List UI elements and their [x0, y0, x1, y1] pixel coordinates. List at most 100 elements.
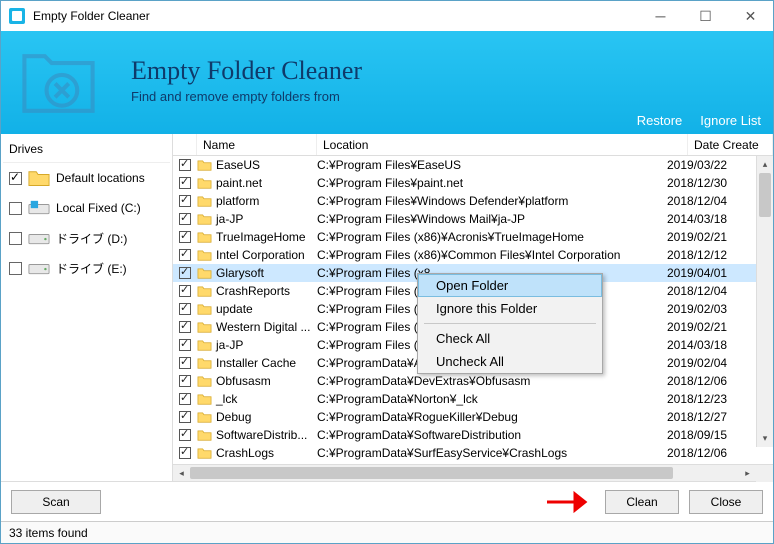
- table-row[interactable]: DebugC:¥ProgramData¥RogueKiller¥Debug201…: [173, 408, 756, 426]
- hscroll-thumb[interactable]: [190, 467, 673, 479]
- folder-icon: [197, 159, 212, 171]
- table-row[interactable]: SoftwareDistrib...C:¥ProgramData¥Softwar…: [173, 426, 756, 444]
- folder-icon: [197, 249, 212, 261]
- scroll-down-icon[interactable]: ▾: [757, 430, 773, 447]
- row-date: 2018/12/04: [667, 194, 752, 208]
- table-row[interactable]: ja-JP C:¥Program Files¥Windows Mail¥ja-JP…: [173, 210, 756, 228]
- scroll-up-icon[interactable]: ▴: [757, 156, 773, 173]
- table-row[interactable]: EaseUSC:¥Program Files¥EaseUS2019/03/22: [173, 156, 756, 174]
- row-checkbox[interactable]: [179, 249, 191, 261]
- row-checkbox[interactable]: [179, 213, 191, 225]
- row-name: platform: [216, 194, 259, 208]
- table-row[interactable]: paint.netC:¥Program Files¥paint.net2018/…: [173, 174, 756, 192]
- row-name: update: [216, 302, 253, 316]
- row-checkbox[interactable]: [179, 429, 191, 441]
- clean-button[interactable]: Clean: [605, 490, 679, 514]
- row-name: Installer Cache: [216, 356, 296, 370]
- col-date[interactable]: Date Create: [688, 134, 773, 155]
- row-date: 2018/12/04: [667, 284, 752, 298]
- drive-item[interactable]: ドライブ (E:): [3, 253, 170, 283]
- row-location: C:¥Program Files¥Windows Mail¥ja-JP: [317, 212, 667, 226]
- row-date: 2014/03/18: [667, 212, 752, 226]
- table-row[interactable]: CrashLogsC:¥ProgramData¥SurfEasyService¥…: [173, 444, 756, 462]
- drive-checkbox[interactable]: [9, 232, 22, 245]
- folder-icon: [197, 303, 212, 315]
- close-window-button[interactable]: ✕: [728, 1, 773, 31]
- drive-checkbox[interactable]: [9, 172, 22, 185]
- row-checkbox[interactable]: [179, 411, 191, 423]
- row-checkbox[interactable]: [179, 231, 191, 243]
- menu-ignore-folder[interactable]: Ignore this Folder: [418, 297, 602, 320]
- col-location[interactable]: Location: [317, 134, 688, 155]
- row-location: C:¥Program Files (x86)¥Common Files¥Inte…: [317, 248, 667, 262]
- status-text: 33 items found: [9, 526, 88, 540]
- drive-item[interactable]: Local Fixed (C:): [3, 193, 170, 223]
- col-name[interactable]: Name: [197, 134, 317, 155]
- row-name: Obfusasm: [216, 374, 271, 388]
- scan-button[interactable]: Scan: [11, 490, 101, 514]
- close-button[interactable]: Close: [689, 490, 763, 514]
- drive-item[interactable]: ドライブ (D:): [3, 223, 170, 253]
- titlebar: Empty Folder Cleaner ─ ☐ ✕: [1, 1, 773, 31]
- horizontal-scrollbar[interactable]: ◂ ▸: [173, 464, 773, 481]
- vertical-scrollbar[interactable]: ▴ ▾: [756, 156, 773, 447]
- row-date: 2018/09/15: [667, 428, 752, 442]
- scroll-left-icon[interactable]: ◂: [173, 465, 190, 481]
- row-checkbox[interactable]: [179, 357, 191, 369]
- row-name: Glarysoft: [216, 266, 264, 280]
- menu-open-folder[interactable]: Open Folder: [418, 274, 602, 297]
- row-checkbox[interactable]: [179, 267, 191, 279]
- drive-item[interactable]: Default locations: [3, 163, 170, 193]
- folder-icon: [197, 429, 212, 441]
- row-name: _lck: [216, 392, 237, 406]
- row-checkbox[interactable]: [179, 285, 191, 297]
- row-checkbox[interactable]: [179, 321, 191, 333]
- folder-icon: [197, 267, 212, 279]
- folder-icon: [197, 213, 212, 225]
- col-checkbox[interactable]: [173, 134, 197, 155]
- maximize-button[interactable]: ☐: [683, 1, 728, 31]
- folder-icon: [197, 177, 212, 189]
- table-row[interactable]: _lckC:¥ProgramData¥Norton¥_lck2018/12/23: [173, 390, 756, 408]
- row-checkbox[interactable]: [179, 195, 191, 207]
- drive-checkbox[interactable]: [9, 202, 22, 215]
- scrollbar-corner: [756, 465, 773, 482]
- row-checkbox[interactable]: [179, 303, 191, 315]
- table-row[interactable]: ObfusasmC:¥ProgramData¥DevExtras¥Obfusas…: [173, 372, 756, 390]
- table-row[interactable]: TrueImageHomeC:¥Program Files (x86)¥Acro…: [173, 228, 756, 246]
- folder-icon: [197, 195, 212, 207]
- scroll-right-icon[interactable]: ▸: [739, 465, 756, 481]
- row-date: 2018/12/23: [667, 392, 752, 406]
- row-name: ja-JP: [216, 212, 243, 226]
- table-row[interactable]: Intel Corporation C:¥Program Files (x86)¥…: [173, 246, 756, 264]
- drive-label: ドライブ (E:): [56, 260, 127, 277]
- row-checkbox[interactable]: [179, 177, 191, 189]
- row-date: 2018/12/30: [667, 176, 752, 190]
- drives-panel: Drives Default locationsLocal Fixed (C:)…: [1, 134, 173, 481]
- table-row[interactable]: platformC:¥Program Files¥Windows Defende…: [173, 192, 756, 210]
- row-checkbox[interactable]: [179, 447, 191, 459]
- row-checkbox[interactable]: [179, 393, 191, 405]
- banner-folder-icon: [16, 46, 101, 121]
- drives-header: Drives: [3, 138, 170, 163]
- folder-icon: [197, 231, 212, 243]
- drive-icon: [28, 259, 50, 277]
- folder-icon: [28, 169, 50, 187]
- row-name: Western Digital ...: [216, 320, 310, 334]
- minimize-button[interactable]: ─: [638, 1, 683, 31]
- menu-separator: [424, 323, 596, 324]
- drive-checkbox[interactable]: [9, 262, 22, 275]
- row-date: 2018/12/06: [667, 446, 752, 460]
- button-bar: Scan Clean Close: [1, 481, 773, 521]
- vscroll-thumb[interactable]: [759, 173, 771, 217]
- menu-check-all[interactable]: Check All: [418, 327, 602, 350]
- row-checkbox[interactable]: [179, 375, 191, 387]
- ignore-list-link[interactable]: Ignore List: [700, 113, 761, 128]
- row-checkbox[interactable]: [179, 339, 191, 351]
- row-checkbox[interactable]: [179, 159, 191, 171]
- row-name: Intel Corporation: [216, 248, 305, 262]
- menu-uncheck-all[interactable]: Uncheck All: [418, 350, 602, 373]
- row-name: paint.net: [216, 176, 262, 190]
- restore-link[interactable]: Restore: [637, 113, 683, 128]
- row-location: C:¥Program Files (x86)¥Acronis¥TrueImage…: [317, 230, 667, 244]
